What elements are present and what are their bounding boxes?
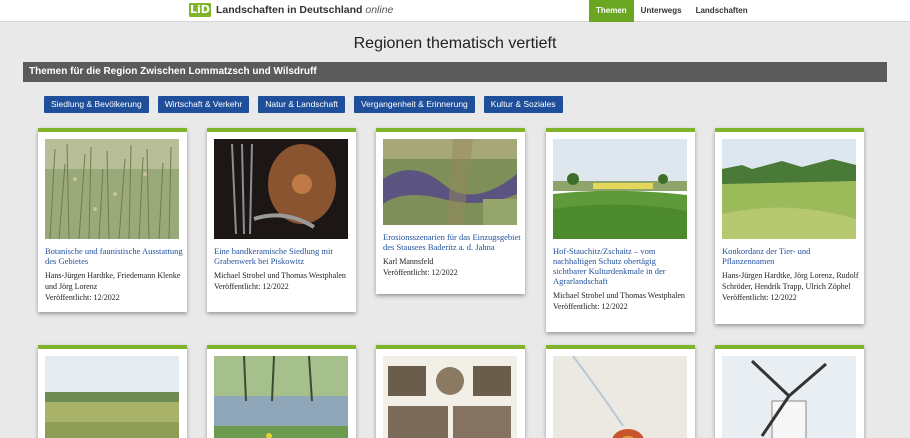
filter-kultur-button[interactable]: Kultur & Soziales	[483, 96, 563, 113]
section-heading: Themen für die Region Zwischen Lommatzsc…	[23, 62, 887, 82]
pond-trees-photo[interactable]	[214, 356, 348, 438]
panorama-fields-photo[interactable]	[45, 356, 179, 438]
top-bar: LiD Landschaften in Deutschland online T…	[0, 0, 910, 22]
meadow-photo[interactable]	[722, 139, 856, 239]
card-authors: Hans-Jürgen Hardtke, Jörg Lorenz, Rudolf…	[722, 271, 859, 291]
card-published: Veröffentlicht: 12/2022	[45, 293, 120, 302]
card-title-link[interactable]: Botanische und faunistische Ausstattung …	[45, 246, 183, 266]
aerial-reservoir-photo[interactable]	[383, 139, 517, 225]
card-title-link[interactable]: Eine bandkeramische Siedlung mit Grabenw…	[214, 246, 352, 266]
topic-card[interactable]: Konkordanz der Tier- und Pflanzennamen H…	[715, 128, 864, 324]
topic-card[interactable]: Erosionsszenarien für das Einzugsgebiet …	[376, 128, 525, 294]
filter-siedlung-button[interactable]: Siedlung & Bevölkerung	[44, 96, 149, 113]
windmill-photo[interactable]	[722, 356, 856, 438]
filter-natur-button[interactable]: Natur & Landschaft	[258, 96, 345, 113]
topic-card[interactable]: Botanische und faunistische Ausstattung …	[38, 128, 187, 312]
card-title-link[interactable]: Erosionsszenarien für das Einzugsgebiet …	[383, 232, 521, 252]
green-landscape-photo[interactable]	[553, 139, 687, 239]
grass-field-photo[interactable]	[45, 139, 179, 239]
card-authors: Michael Strobel und Thomas Westphalen	[214, 271, 346, 280]
topic-card[interactable]: Hof-Stauchitz/Zschaitz – vom nachhaltige…	[546, 128, 695, 332]
card-authors: Michael Strobel und Thomas Westphalen	[553, 291, 685, 300]
filter-bar: Siedlung & Bevölkerung Wirtschaft & Verk…	[44, 96, 572, 113]
card-published: Veröffentlicht: 12/2022	[722, 293, 797, 302]
card-published: Veröffentlicht: 12/2022	[383, 268, 458, 277]
topic-card[interactable]	[546, 345, 695, 438]
card-title-link[interactable]: Konkordanz der Tier- und Pflanzennamen	[722, 246, 860, 266]
topic-card[interactable]: Eine bandkeramische Siedlung mit Grabenw…	[207, 128, 356, 312]
nav-unterwegs[interactable]: Unterwegs	[634, 0, 689, 22]
filter-vergangenheit-button[interactable]: Vergangenheit & Erinnerung	[353, 96, 475, 113]
card-authors: Hans-Jürgen Hardtke, Friedemann Klenke u…	[45, 271, 181, 291]
brand-suffix: online	[365, 4, 394, 16]
card-published: Veröffentlicht: 12/2022	[553, 302, 628, 311]
topic-card[interactable]	[715, 345, 864, 438]
nav-themen[interactable]: Themen	[589, 0, 634, 22]
card-title-link[interactable]: Hof-Stauchitz/Zschaitz – vom nachhaltige…	[553, 246, 691, 286]
filter-wirtschaft-button[interactable]: Wirtschaft & Verkehr	[157, 96, 250, 113]
page-title: Regionen thematisch vertieft	[353, 35, 557, 52]
main-nav: Themen Unterwegs Landschaften	[589, 0, 755, 22]
artifact-photo[interactable]	[553, 356, 687, 438]
lid-logo[interactable]: LiD	[189, 3, 211, 17]
topic-card[interactable]	[38, 345, 187, 438]
card-authors: Karl Mannsfeld	[383, 257, 434, 266]
topic-card[interactable]	[376, 345, 525, 438]
card-published: Veröffentlicht: 12/2022	[214, 282, 289, 291]
nav-landschaften[interactable]: Landschaften	[689, 0, 755, 22]
topic-card[interactable]	[207, 345, 356, 438]
brand-main: Landschaften in Deutschland	[216, 4, 363, 16]
old-postcard-photo[interactable]	[383, 356, 517, 438]
tools-shield-photo[interactable]	[214, 139, 348, 239]
brand-title[interactable]: Landschaften in Deutschland online	[216, 4, 393, 16]
